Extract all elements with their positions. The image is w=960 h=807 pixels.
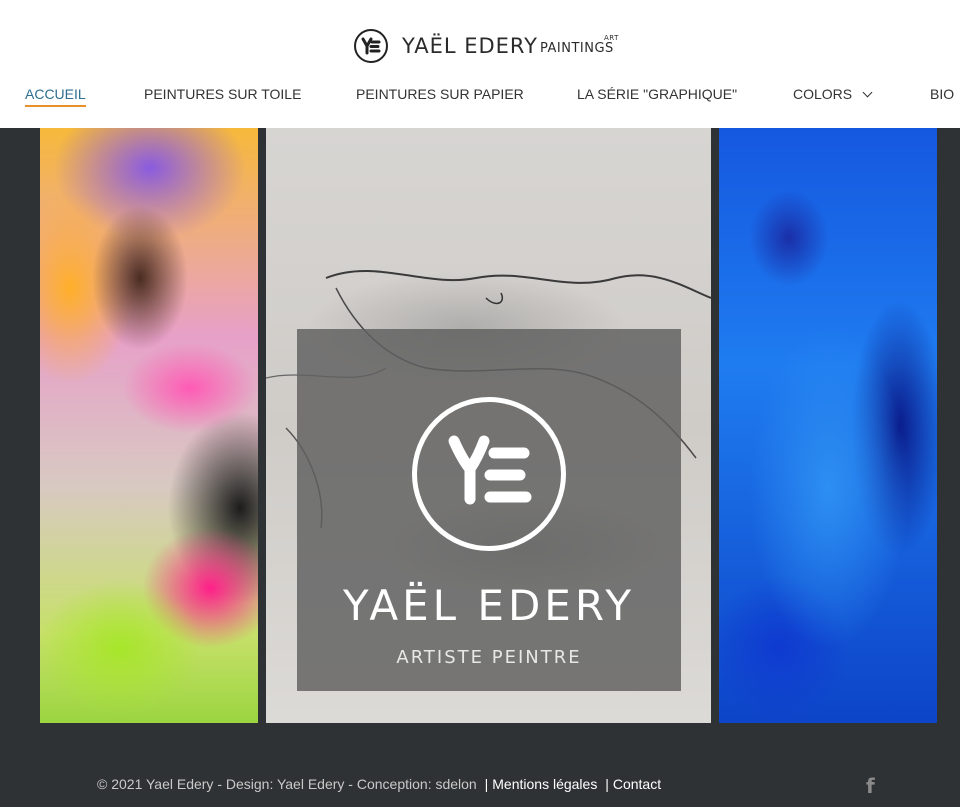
main-nav: ACCUEIL PEINTURES SUR TOILE PEINTURES SU… xyxy=(0,84,960,108)
hero-subtitle: ARTISTE PEINTRE xyxy=(396,647,582,668)
chevron-down-icon xyxy=(862,87,873,98)
nav-item-peintures-sur-toile[interactable]: PEINTURES SUR TOILE xyxy=(144,84,301,104)
nav-item-peintures-sur-papier[interactable]: PEINTURES SUR PAPIER xyxy=(356,84,524,104)
nav-item-serie-graphique[interactable]: LA SÉRIE "GRAPHIQUE" xyxy=(577,84,737,104)
facebook-icon[interactable]: f xyxy=(866,774,875,798)
nav-item-label: LA SÉRIE "GRAPHIQUE" xyxy=(577,86,738,102)
nav-item-accueil[interactable]: ACCUEIL xyxy=(25,84,86,107)
nav-item-label: COLORS xyxy=(793,86,853,102)
hero-overlay: YAËL EDERY ARTISTE PEINTRE xyxy=(297,329,681,691)
footer-link-mentions-legales[interactable]: Mentions légales xyxy=(492,776,597,792)
nav-item-label: PEINTURES SUR PAPIER xyxy=(356,86,524,102)
site-header: YAËL EDERY ART PAINTINGS ACCUEIL PEINTUR… xyxy=(0,0,960,128)
brand-art-label: ART xyxy=(604,33,619,42)
brand-subtitle: ART PAINTINGS xyxy=(540,34,618,56)
nav-item-label: ACCUEIL xyxy=(25,86,86,102)
nav-item-label: BIO xyxy=(930,86,955,102)
hero-title: YAËL EDERY xyxy=(343,581,635,630)
site-footer: © 2021 Yael Edery - Design: Yael Edery -… xyxy=(97,776,661,792)
nav-item-label: PEINTURES SUR TOILE xyxy=(144,86,302,102)
footer-copyright: © 2021 Yael Edery - Design: Yael Edery -… xyxy=(97,776,477,792)
ye-monogram-icon xyxy=(412,397,566,551)
footer-separator: | xyxy=(484,776,489,792)
nav-item-bio[interactable]: BIO xyxy=(930,84,954,104)
footer-link-contact[interactable]: Contact xyxy=(613,776,661,792)
footer-separator: | xyxy=(605,776,609,792)
nav-item-colors[interactable]: COLORS xyxy=(793,84,873,104)
ye-monogram-icon xyxy=(354,29,388,63)
brand-name: YAËL EDERY xyxy=(402,34,538,58)
site-logo[interactable]: YAËL EDERY ART PAINTINGS xyxy=(354,28,618,64)
painting-blue-nude[interactable] xyxy=(719,128,937,723)
painting-colors-portrait[interactable] xyxy=(40,128,258,723)
brand-paintings-label: PAINTINGS xyxy=(540,40,614,56)
